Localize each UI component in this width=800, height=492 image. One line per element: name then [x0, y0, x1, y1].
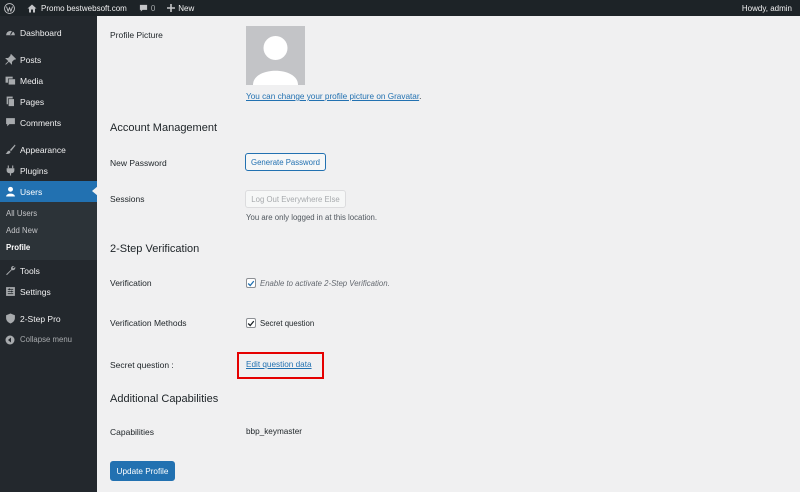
capabilities-label: Capabilities: [110, 427, 154, 437]
sidebar-item-label: Pages: [20, 96, 45, 107]
capabilities-value: bbp_keymaster: [246, 427, 302, 436]
admin-sidebar: Dashboard Posts Media Pages Comments App…: [0, 16, 98, 492]
log-out-everywhere-button[interactable]: Log Out Everywhere Else: [245, 190, 346, 208]
sidebar-item-pages[interactable]: Pages: [0, 91, 97, 112]
sidebar-item-appearance[interactable]: Appearance: [0, 139, 97, 160]
account-management-heading: Account Management: [110, 122, 218, 134]
site-name: Promo bestwebsoft.com: [41, 3, 127, 13]
sidebar-item-2-step-pro[interactable]: 2-Step Pro: [0, 308, 97, 329]
sidebar-item-label: 2-Step Pro: [20, 313, 61, 324]
submenu-item-add-new[interactable]: Add New: [0, 222, 97, 239]
default-avatar-icon: [253, 36, 298, 85]
sidebar-item-media[interactable]: Media: [0, 70, 97, 91]
sidebar-item-label: Appearance: [20, 144, 66, 155]
plugin-icon: [4, 165, 16, 177]
verification-label: Verification: [110, 278, 152, 288]
sidebar-item-comments[interactable]: Comments: [0, 112, 97, 133]
verification-methods-label: Verification Methods: [110, 318, 187, 328]
home-icon: [27, 4, 37, 13]
edit-question-data-link[interactable]: Edit question data: [246, 360, 312, 369]
checkmark-icon: [247, 320, 255, 326]
shield-icon: [4, 313, 16, 325]
sidebar-item-label: Posts: [20, 54, 42, 65]
sidebar-item-posts[interactable]: Posts: [0, 49, 97, 70]
sidebar-item-label: Tools: [20, 265, 40, 276]
comments-link[interactable]: 0: [133, 0, 161, 16]
pages-icon: [4, 96, 16, 108]
sidebar-item-plugins[interactable]: Plugins: [0, 160, 97, 181]
comments-icon: [4, 117, 16, 129]
paintbrush-icon: [4, 144, 16, 156]
comment-bubble-icon: [139, 4, 148, 13]
site-name-link[interactable]: Promo bestwebsoft.com: [21, 0, 133, 16]
media-icon: [4, 75, 16, 87]
account-menu[interactable]: Howdy, admin: [736, 0, 800, 16]
sidebar-item-label: Users: [20, 186, 43, 197]
new-content-link[interactable]: New: [161, 0, 200, 16]
sidebar-item-label: Dashboard: [20, 27, 62, 38]
sessions-note: You are only logged in at this location.: [246, 213, 378, 222]
sidebar-item-dashboard[interactable]: Dashboard: [0, 22, 97, 43]
secret-question-checkbox-label: Secret question: [260, 319, 315, 328]
sessions-label: Sessions: [110, 194, 145, 204]
sidebar-item-label: Settings: [20, 286, 51, 297]
wordpress-logo-icon[interactable]: [0, 0, 21, 16]
plus-icon: [167, 4, 176, 12]
generate-password-button[interactable]: Generate Password: [245, 153, 326, 171]
verification-checkbox[interactable]: [246, 278, 256, 288]
collapse-menu-button[interactable]: Collapse menu: [0, 329, 97, 350]
additional-capabilities-heading: Additional Capabilities: [110, 393, 219, 405]
howdy-text: Howdy, admin: [741, 3, 792, 13]
sidebar-item-label: Media: [20, 75, 44, 86]
collapse-menu-label: Collapse menu: [20, 335, 73, 344]
sidebar-item-label: Plugins: [20, 165, 48, 176]
wrench-icon: [4, 265, 16, 277]
sidebar-item-settings[interactable]: Settings: [0, 281, 97, 302]
settings-icon: [4, 286, 16, 298]
user-icon: [4, 186, 16, 198]
secret-question-checkbox[interactable]: [246, 318, 256, 328]
admin-bar: Promo bestwebsoft.com 0 New Howdy, admin: [0, 0, 800, 16]
comments-count: 0: [150, 3, 156, 13]
submenu-item-profile[interactable]: Profile: [0, 239, 97, 256]
new-password-label: New Password: [110, 158, 167, 168]
dashboard-icon: [4, 27, 16, 39]
profile-form: Profile Picture You can change your prof…: [97, 16, 800, 492]
two-step-verification-heading: 2-Step Verification: [110, 243, 200, 255]
sidebar-item-label: Comments: [20, 117, 62, 128]
submenu-item-all-users[interactable]: All Users: [0, 205, 97, 222]
verification-checkbox-label: Enable to activate 2-Step Verification.: [260, 279, 390, 288]
users-submenu: All Users Add New Profile: [0, 202, 97, 260]
gravatar-suffix: .: [419, 92, 422, 101]
update-profile-button[interactable]: Update Profile: [110, 461, 175, 481]
pin-icon: [4, 54, 16, 66]
collapse-arrow-icon: [4, 334, 16, 346]
gravatar-link[interactable]: You can change your profile picture on G…: [246, 92, 419, 101]
profile-picture-label: Profile Picture: [110, 30, 163, 40]
sidebar-item-users[interactable]: Users: [0, 181, 98, 202]
secret-question-label: Secret question :: [110, 360, 174, 370]
avatar: [246, 26, 305, 85]
checkmark-icon: [247, 280, 255, 286]
gravatar-text: You can change your profile picture on G…: [246, 92, 421, 101]
new-label: New: [178, 3, 195, 13]
sidebar-item-tools[interactable]: Tools: [0, 260, 97, 281]
